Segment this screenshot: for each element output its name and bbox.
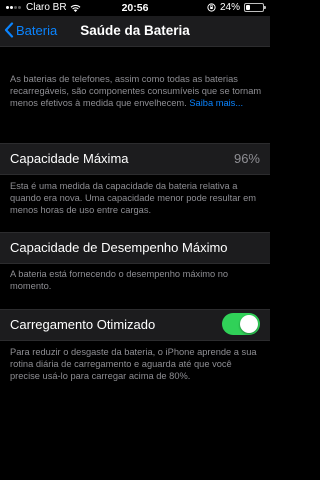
max-capacity-footer: Esta é uma medida da capacidade da bater…: [10, 181, 256, 215]
optimized-charging-row: Carregamento Otimizado: [0, 309, 270, 341]
orientation-lock-icon: [207, 3, 216, 12]
max-capacity-value: 96%: [233, 151, 260, 166]
page-title: Saúde da Bateria: [80, 23, 190, 38]
status-bar: Claro BR 20:56 24%: [0, 0, 270, 16]
status-right: 24%: [207, 2, 266, 13]
max-capacity-row: Capacidade Máxima 96%: [0, 143, 270, 175]
toggle-knob: [240, 315, 258, 333]
learn-more-link[interactable]: Saiba mais...: [189, 98, 243, 108]
peak-performance-row: Capacidade de Desempenho Máximo: [0, 232, 270, 264]
peak-performance-footer: A bateria está fornecendo o desempenho m…: [10, 269, 229, 291]
optimized-charging-toggle[interactable]: [222, 313, 260, 335]
max-capacity-label: Capacidade Máxima: [10, 151, 129, 166]
optimized-charging-label: Carregamento Otimizado: [10, 317, 156, 332]
optimized-charging-footer: Para reduzir o desgaste da bateria, o iP…: [10, 347, 257, 381]
battery-icon: [244, 3, 266, 12]
intro-description: As baterias de telefones, assim como tod…: [10, 73, 262, 109]
peak-performance-label: Capacidade de Desempenho Máximo: [10, 240, 228, 255]
battery-percentage: 24%: [219, 2, 240, 13]
battery-level: [246, 5, 250, 10]
navigation-bar: Bateria Saúde da Bateria: [0, 16, 270, 47]
